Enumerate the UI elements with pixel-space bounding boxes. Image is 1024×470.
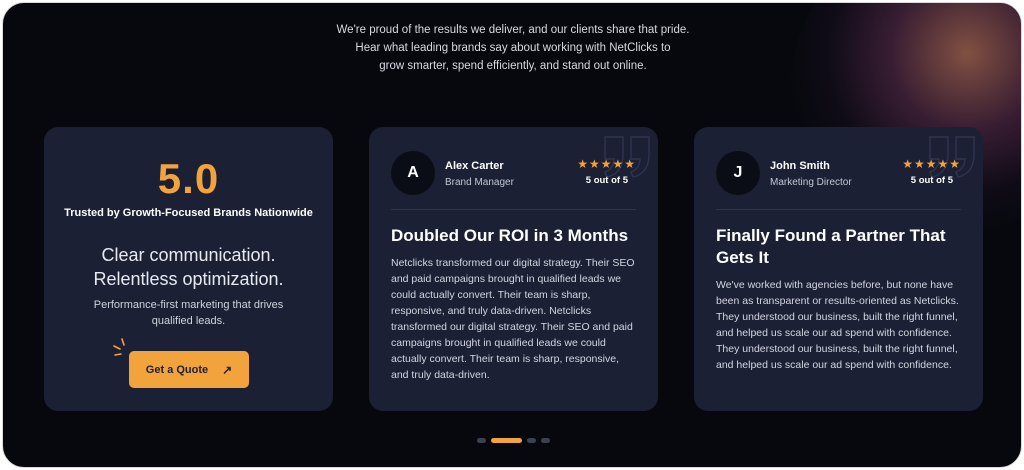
overall-score: 5.0 xyxy=(157,155,220,202)
arrow-up-right-icon: ↗ xyxy=(222,362,233,377)
intro-line-1: We're proud of the results we deliver, a… xyxy=(336,24,690,36)
star-rating-icon: ★★★★★ xyxy=(902,157,961,171)
testimonial-card: A Alex Carter Brand Manager ★★★★★ 5 out … xyxy=(369,127,658,411)
intro-line-2: Hear what leading brands say about worki… xyxy=(355,42,671,54)
quote-mark-icon xyxy=(604,136,650,178)
headline-line-1: Clear communication. xyxy=(101,245,276,265)
divider xyxy=(716,209,961,210)
subtext-line-1: Performance-first marketing that drives xyxy=(93,299,284,311)
rating-subtext: Performance-first marketing that drives … xyxy=(74,297,303,329)
carousel-dot-4[interactable] xyxy=(541,437,550,443)
reviewer-name: Alex Carter xyxy=(445,160,504,172)
headline-line-2: Relentless optimization. xyxy=(93,269,284,289)
avatar: A xyxy=(391,151,435,195)
rating-text: 5 out of 5 xyxy=(910,175,953,186)
testimonial-card: J John Smith Marketing Director ★★★★★ 5 … xyxy=(694,127,983,411)
intro-text: We're proud of the results we deliver, a… xyxy=(3,21,1021,75)
quote-mark-icon xyxy=(929,136,975,178)
avatar: J xyxy=(716,151,760,195)
rating-card: 5.0 Trusted by Growth-Focused Brands Nat… xyxy=(44,127,333,411)
rating-headline: Clear communication. Relentless optimiza… xyxy=(44,243,333,291)
get-a-quote-button[interactable]: Get a Quote ↗ xyxy=(129,351,249,388)
reviewer-role: Brand Manager xyxy=(445,177,514,188)
rating-text: 5 out of 5 xyxy=(585,175,628,186)
testimonial-title: Finally Found a Partner That Gets It xyxy=(716,226,946,267)
carousel-pagination xyxy=(477,437,550,443)
carousel-dot-3[interactable] xyxy=(527,437,536,443)
intro-line-3: grow smarter, spend efficiently, and sta… xyxy=(379,60,647,72)
testimonial-body: We've worked with agencies before, but n… xyxy=(716,279,959,371)
reviewer-name: John Smith xyxy=(770,160,830,172)
trusted-tagline: Trusted by Growth-Focused Brands Nationw… xyxy=(64,207,313,219)
testimonial-body: Netclicks transformed our digital strate… xyxy=(391,257,635,381)
carousel-dot-2-active[interactable] xyxy=(491,437,522,443)
divider xyxy=(391,209,636,210)
get-a-quote-label: Get a Quote xyxy=(145,363,209,376)
testimonial-title: Doubled Our ROI in 3 Months xyxy=(391,226,629,245)
star-rating-icon: ★★★★★ xyxy=(577,157,636,171)
subtext-line-2: qualified leads. xyxy=(151,315,226,327)
testimonials-section: We're proud of the results we deliver, a… xyxy=(2,2,1022,468)
reviewer-role: Marketing Director xyxy=(770,177,852,188)
carousel-dot-1[interactable] xyxy=(477,437,486,443)
